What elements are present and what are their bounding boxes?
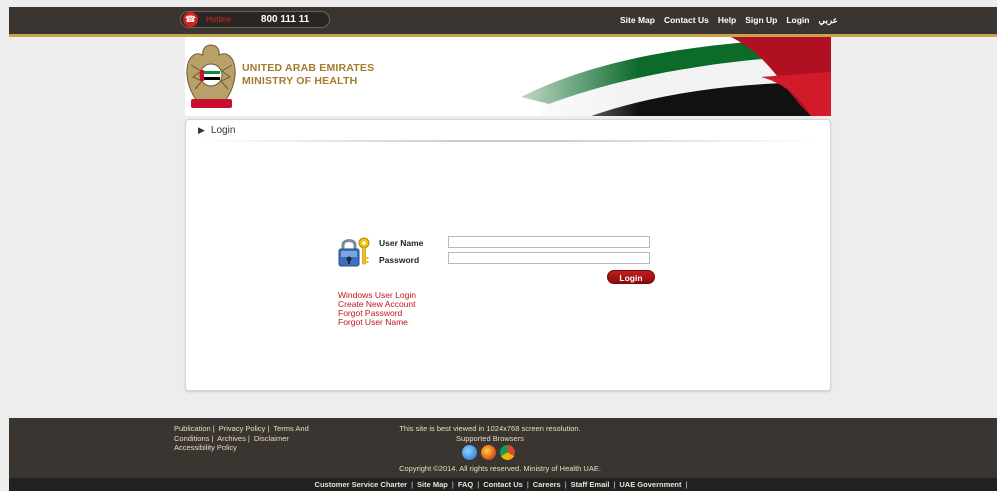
hotline-badge: ☎ Hotline 800 111 11 — [180, 11, 330, 28]
username-label: User Name — [379, 238, 424, 248]
footer-link-disclaimer[interactable]: Disclaimer — [254, 434, 289, 443]
supported-browsers-label: Supported Browsers — [456, 434, 524, 443]
internet-explorer-icon — [462, 445, 477, 460]
copyright: Copyright ©2014. All rights reserved. Mi… — [399, 464, 601, 473]
phone-icon: ☎ — [183, 12, 198, 27]
footer-link-publication[interactable]: Publication — [174, 424, 211, 433]
header-banner: UNITED ARAB EMIRATES MINISTRY OF HEALTH — [185, 37, 831, 116]
resolution-note: This site is best viewed in 1024x768 scr… — [399, 424, 581, 433]
password-input[interactable] — [448, 252, 650, 264]
footer-bottom-customer-service-charter[interactable]: Customer Service Charter — [315, 480, 408, 489]
panel-title: ▶ Login — [198, 125, 235, 136]
browser-icons — [462, 445, 515, 460]
footer-bottom-nav: Customer Service Charter | Site Map | FAQ |… — [9, 478, 997, 491]
nav-sign-up[interactable]: Sign Up — [745, 15, 777, 26]
uae-emblem-icon — [186, 44, 236, 108]
password-label: Password — [379, 255, 420, 265]
footer-center: This site is best viewed in 1024x768 scr… — [350, 424, 630, 444]
top-bar — [9, 7, 997, 34]
top-nav: Site Map Contact Us Help Sign Up Login ع… — [620, 15, 838, 26]
ministry-line-1: UNITED ARAB EMIRATES — [242, 62, 375, 74]
footer-bottom-site-map[interactable]: Site Map — [417, 480, 448, 489]
username-input[interactable] — [448, 236, 650, 248]
footer-link-archives[interactable]: Archives — [217, 434, 246, 443]
ministry-title: UNITED ARAB EMIRATES MINISTRY OF HEALTH — [242, 62, 374, 88]
footer-bottom-faq[interactable]: FAQ — [458, 480, 473, 489]
hotline-number: 800 111 11 — [260, 14, 310, 25]
nav-contact-us[interactable]: Contact Us — [664, 15, 709, 26]
nav-site-map[interactable]: Site Map — [620, 15, 655, 26]
chrome-icon — [500, 445, 515, 460]
footer-bottom-staff-email[interactable]: Staff Email — [571, 480, 610, 489]
footer-link-accessibility-policy[interactable]: Accessibility Policy — [174, 443, 237, 452]
ministry-line-2: MINISTRY OF HEALTH — [242, 75, 358, 87]
footer-link-conditions[interactable]: Conditions — [174, 434, 209, 443]
footer-link-privacy-policy[interactable]: Privacy Policy — [219, 424, 266, 433]
panel-title-text: Login — [210, 125, 236, 136]
uae-flag-banner — [481, 37, 831, 116]
nav-help[interactable]: Help — [718, 15, 736, 26]
play-arrow-icon: ▶ — [198, 125, 205, 135]
lock-key-icon — [338, 237, 370, 267]
firefox-icon — [481, 445, 496, 460]
login-button[interactable]: Login — [607, 270, 655, 284]
footer-bottom-careers[interactable]: Careers — [533, 480, 561, 489]
footer-link-terms-and[interactable]: Terms And — [273, 424, 308, 433]
nav-arabic[interactable]: عربي — [819, 15, 838, 26]
panel-divider — [198, 140, 818, 142]
forgot-user-name-link[interactable]: Forgot User Name — [338, 318, 416, 327]
footer-links: Publication | Privacy Policy | Terms And C… — [174, 424, 309, 452]
account-links: Windows User Login Create New Account Fo… — [338, 291, 416, 327]
hotline-label: Hotline — [206, 15, 231, 24]
nav-login[interactable]: Login — [786, 15, 809, 26]
footer-bottom-uae-government[interactable]: UAE Government — [619, 480, 681, 489]
footer-bottom-contact-us[interactable]: Contact Us — [483, 480, 523, 489]
